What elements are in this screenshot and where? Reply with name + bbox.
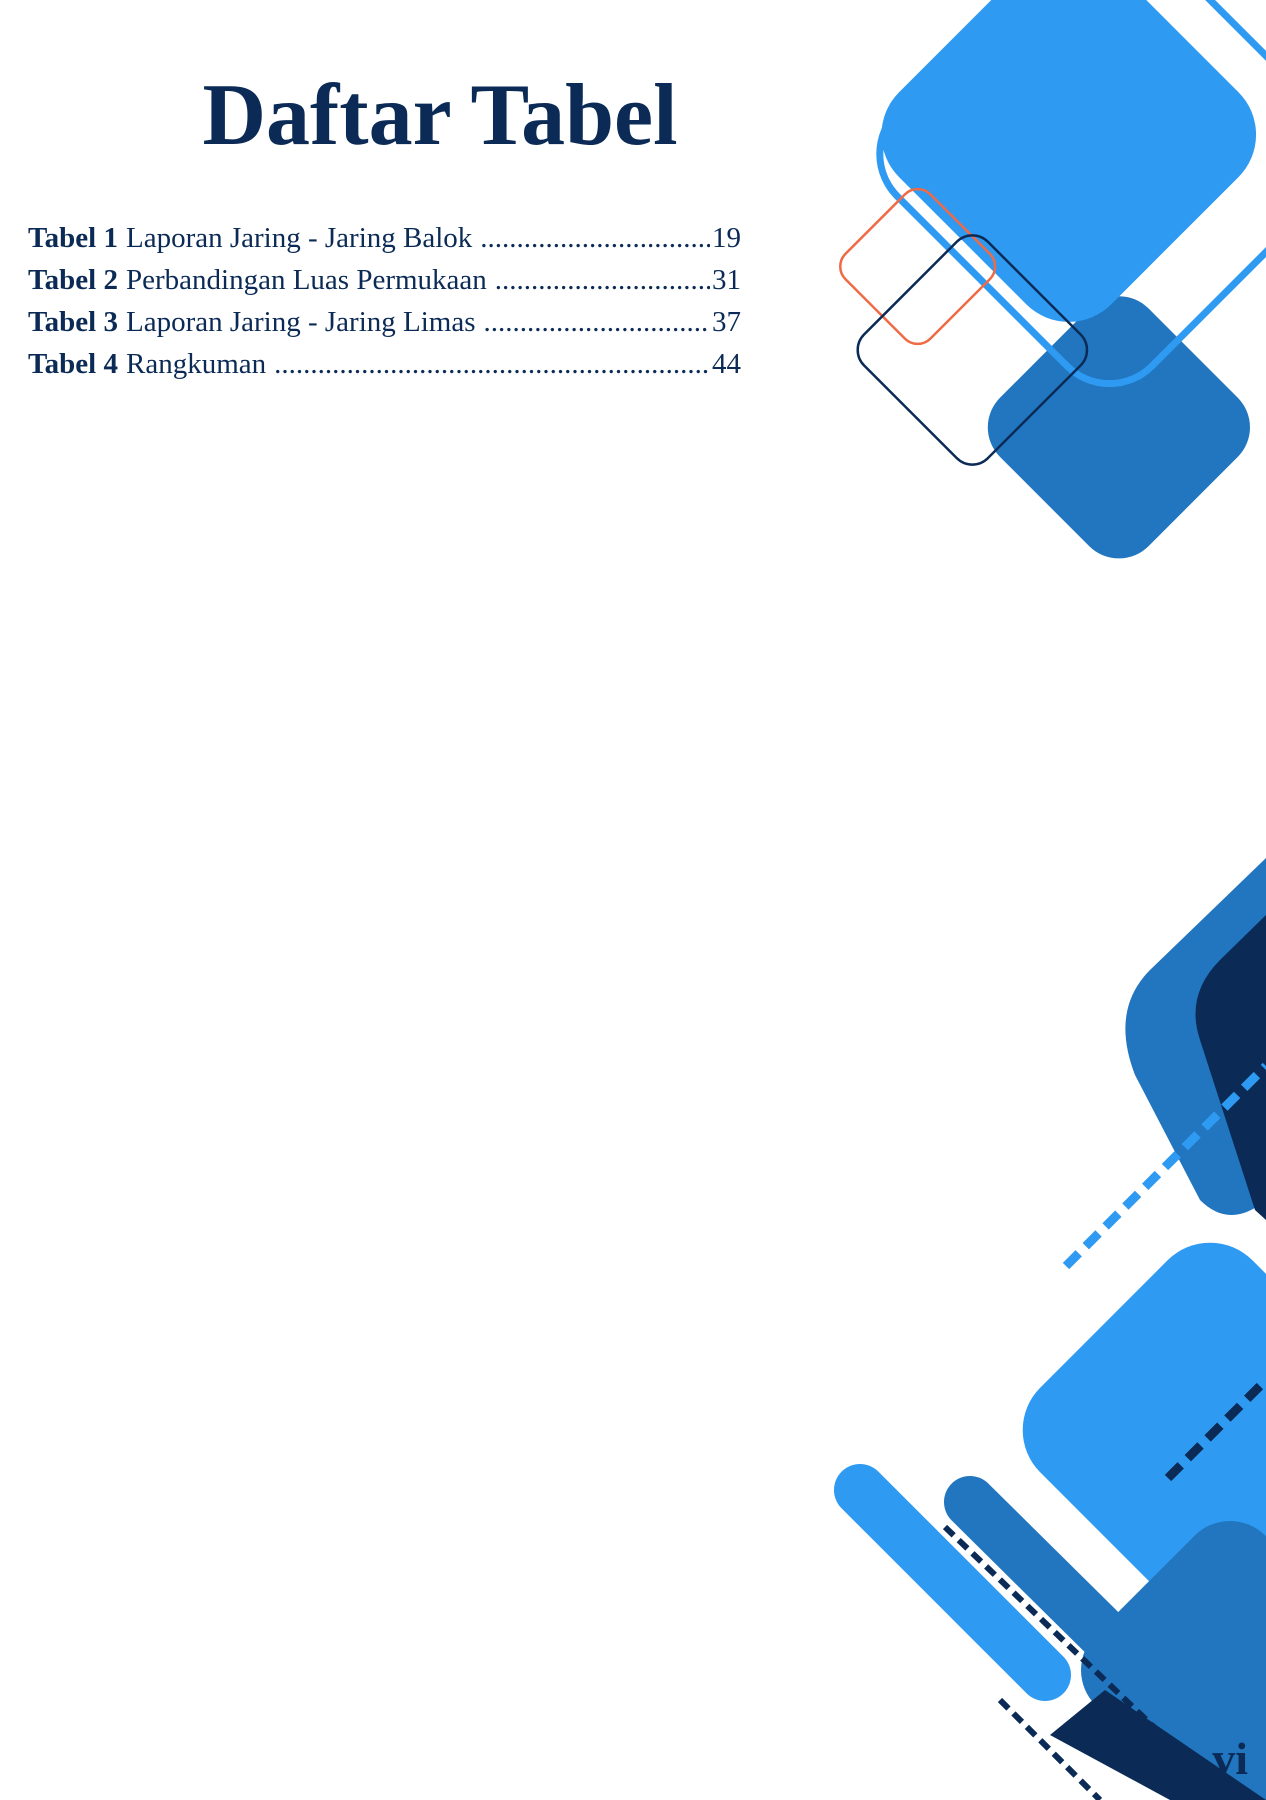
- toc-entry[interactable]: Tabel 3 Laporan Jaring - Jaring Limas 37: [28, 306, 741, 348]
- toc-entry-page: 37: [712, 306, 741, 338]
- table-list: Tabel 1 Laporan Jaring - Jaring Balok 19…: [28, 222, 741, 390]
- toc-entry-title: Laporan Jaring - Jaring Limas: [126, 306, 476, 338]
- toc-dot-leader: [484, 306, 710, 339]
- toc-entry[interactable]: Tabel 2 Perbandingan Luas Permukaan 31: [28, 264, 741, 306]
- page-number: vi: [1212, 1733, 1248, 1784]
- toc-entry-page: 44: [712, 348, 741, 380]
- toc-dot-leader: [274, 348, 710, 381]
- toc-entry-title: Perbandingan Luas Permukaan: [126, 264, 487, 296]
- page-title: Daftar Tabel: [202, 67, 678, 164]
- toc-dot-leader: [495, 264, 710, 297]
- toc-entry-label: Tabel 2: [28, 264, 118, 296]
- toc-entry-page: 31: [712, 264, 741, 296]
- toc-entry-label: Tabel 3: [28, 306, 118, 338]
- toc-entry[interactable]: Tabel 4 Rangkuman 44: [28, 348, 741, 390]
- toc-entry-label: Tabel 4: [28, 348, 118, 380]
- toc-entry[interactable]: Tabel 1 Laporan Jaring - Jaring Balok 19: [28, 222, 741, 264]
- document-page: Daftar Tabel Tabel 1 Laporan Jaring - Ja…: [0, 0, 1266, 1800]
- toc-entry-page: 19: [712, 222, 741, 254]
- toc-entry-label: Tabel 1: [28, 222, 118, 254]
- toc-dot-leader: [480, 222, 710, 255]
- toc-entry-title: Rangkuman: [126, 348, 267, 380]
- toc-entry-title: Laporan Jaring - Jaring Balok: [126, 222, 473, 254]
